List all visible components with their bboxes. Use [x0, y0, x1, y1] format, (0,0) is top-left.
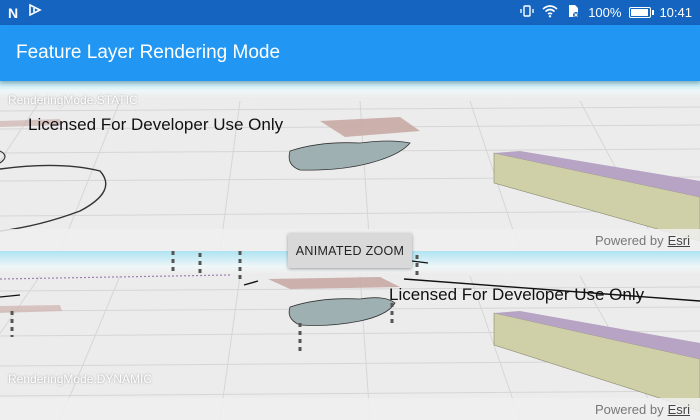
rendering-mode-label-dynamic: RenderingMode.DYNAMIC — [8, 372, 153, 386]
esri-link[interactable]: Esri — [668, 233, 690, 248]
sim-off-icon — [566, 4, 580, 21]
battery-fill — [631, 9, 649, 16]
scene-view-static[interactable]: RenderingMode.STATIC Licensed For Develo… — [0, 81, 700, 251]
attribution-prefix: Powered by — [594, 401, 664, 417]
attribution-bar-dynamic: Powered by Esri — [0, 398, 700, 420]
clock: 10:41 — [659, 5, 692, 20]
battery-percent: 100% — [588, 5, 622, 20]
esri-link[interactable]: Esri — [668, 402, 690, 417]
license-label-dynamic: Licensed For Developer Use Only — [389, 285, 645, 304]
attribution-prefix: Powered by — [594, 232, 664, 248]
animated-zoom-button[interactable]: ANIMATED ZOOM — [288, 233, 412, 268]
vibrate-icon — [520, 4, 534, 21]
relay-notification-icon — [28, 3, 42, 22]
rendering-mode-label-static: RenderingMode.STATIC — [8, 93, 138, 107]
status-right-icons: 100% 10:41 — [520, 4, 692, 21]
scene-dynamic-canvas[interactable] — [0, 251, 700, 420]
battery-icon — [629, 7, 655, 18]
scene-view-dynamic[interactable]: Licensed For Developer Use Only Renderin… — [0, 251, 700, 420]
n-notification-icon: N — [8, 4, 19, 21]
app-bar: Feature Layer Rendering Mode — [0, 25, 700, 81]
status-bar: N 100% 10:41 — [0, 0, 700, 25]
status-left-icons: N — [8, 3, 42, 22]
building-brown — [268, 277, 400, 289]
license-label-static: Licensed For Developer Use Only — [28, 115, 284, 134]
app-title: Feature Layer Rendering Mode — [16, 42, 281, 63]
wifi-icon — [542, 4, 558, 21]
